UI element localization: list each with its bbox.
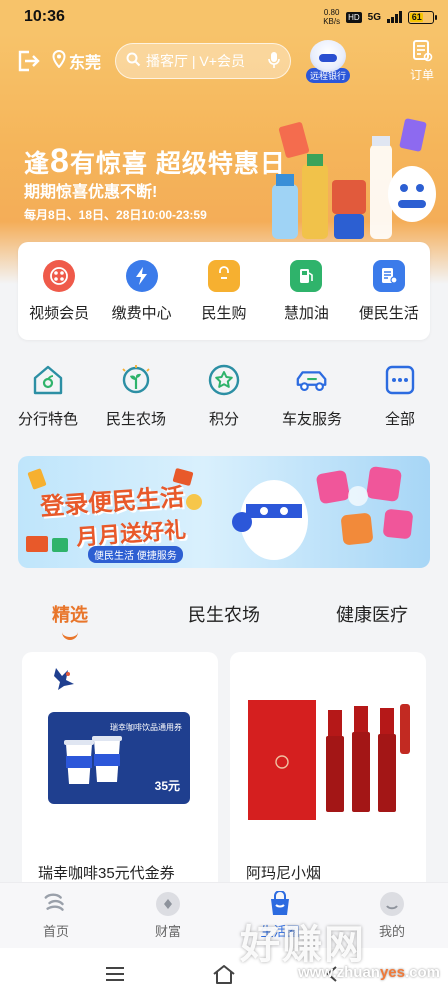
coffee-cup-icon [64, 736, 122, 784]
quick-car-service[interactable]: 车友服务 [269, 362, 355, 438]
quick-label: 分行特色 [17, 411, 78, 428]
product-card[interactable]: 瑞幸咖啡饮品通用券 35元 瑞幸咖啡35元代金券 [22, 652, 218, 892]
nav-home[interactable]: 首页 [11, 891, 101, 940]
microphone-icon[interactable] [268, 51, 280, 72]
network-type: 5G [367, 11, 381, 23]
tab-minsheng-farm[interactable]: 民生农场 [188, 601, 260, 627]
video-membership-icon [43, 259, 76, 292]
system-nav-bar [0, 948, 448, 1000]
menu-icon[interactable] [100, 959, 130, 989]
product-name: 阿玛尼小烟 [246, 865, 322, 882]
product-card[interactable]: 阿玛尼小烟 [230, 652, 426, 892]
order-list-icon [410, 39, 434, 66]
points-star-icon [206, 362, 242, 398]
search-icon [126, 52, 141, 70]
service-convenient-life[interactable]: 便民生活 [349, 259, 429, 323]
network-speed-value: 0.80 [323, 8, 340, 17]
battery-icon: 61 [408, 10, 437, 24]
nav-label: 首页 [42, 924, 69, 939]
orders-label: 订单 [409, 68, 434, 82]
armani-lipstick-image [248, 700, 410, 820]
quick-label: 全部 [384, 411, 415, 428]
service-label: 民生购 [201, 304, 247, 322]
quick-label: 积分 [208, 411, 239, 428]
quick-links: 分行特色 民生农场 积分 车友服务 全部 [0, 362, 448, 438]
signal-icon [387, 11, 402, 23]
promo-title-number: 8 [50, 142, 70, 180]
search-placeholder: 播客厅 | V+会员 [146, 53, 245, 69]
bottom-nav: 首页 财富 生活圈 我的 [0, 882, 448, 948]
service-label: 慧加油 [283, 304, 329, 322]
network-speed: 0.80 KB/s [323, 8, 340, 26]
service-video-membership[interactable]: 视频会员 [19, 259, 99, 323]
promo-title: 逢8有惊喜 超级特惠日 [24, 142, 286, 181]
service-label: 缴费中心 [111, 304, 172, 322]
fuel-pump-icon [290, 259, 323, 292]
farm-sprout-icon [118, 362, 154, 398]
quick-label: 民生农场 [105, 411, 166, 428]
quick-branch-feature[interactable]: 分行特色 [5, 362, 91, 438]
network-speed-unit: KB/s [323, 17, 341, 26]
top-nav: 东莞 播客厅 | V+会员 远程银行 订单 [0, 38, 448, 84]
all-dots-icon [382, 362, 418, 398]
promo-products-illustration [272, 118, 436, 239]
car-icon [294, 362, 330, 398]
service-label: 便民生活 [358, 304, 419, 322]
battery-level: 61 [410, 12, 424, 22]
location-selector[interactable]: 东莞 [52, 49, 101, 73]
service-smart-fuel[interactable]: 慧加油 [266, 259, 346, 323]
promo-time: 每月8日、18日、28日10:00-23:59 [24, 208, 207, 222]
branch-house-icon [30, 362, 66, 398]
shopping-bag-icon [207, 259, 240, 292]
coffee-coupon-image: 瑞幸咖啡饮品通用券 35元 [48, 712, 190, 804]
hd-badge: HD [346, 11, 362, 23]
service-minsheng-shop[interactable]: 民生购 [184, 259, 264, 323]
nav-life-circle[interactable]: 生活圈 [235, 891, 325, 940]
home-icon[interactable] [209, 959, 239, 989]
nav-profile[interactable]: 我的 [347, 891, 437, 940]
tab-health-medical[interactable]: 健康医疗 [336, 601, 408, 627]
status-time: 10:36 [24, 8, 65, 25]
nav-label: 财富 [154, 924, 181, 939]
quick-all[interactable]: 全部 [357, 362, 443, 438]
status-indicators: 0.80 KB/s HD 5G 61 [323, 8, 437, 26]
coupon-price: 35元 [154, 779, 180, 793]
back-icon[interactable] [318, 959, 348, 989]
location-pin-icon [52, 49, 66, 73]
life-circle-icon [266, 891, 294, 917]
service-card: 视频会员 缴费中心 民生购 慧加油 便民生活 [18, 242, 430, 340]
luckin-deer-logo-icon [54, 668, 74, 690]
banner-gifts-illustration [26, 468, 202, 552]
service-payment-center[interactable]: 缴费中心 [102, 259, 182, 323]
payment-center-icon [125, 259, 158, 292]
nav-wealth[interactable]: 财富 [123, 891, 213, 940]
orders-button[interactable]: 订单 [410, 39, 434, 83]
promo-title-rest: 有惊喜 超级特惠日 [69, 150, 286, 178]
quick-points[interactable]: 积分 [181, 362, 267, 438]
nav-label: 我的 [378, 924, 405, 939]
location-name: 东莞 [69, 55, 102, 72]
promo-subtitle: 期期惊喜优惠不断! [24, 184, 158, 201]
nav-label: 生活圈 [260, 924, 300, 939]
profile-icon [378, 891, 406, 917]
search-input[interactable]: 播客厅 | V+会员 [115, 43, 292, 79]
home-logo-icon [42, 891, 70, 917]
wealth-icon [154, 891, 182, 917]
tab-featured[interactable]: 精选 [52, 601, 88, 640]
quick-label: 车友服务 [281, 411, 342, 428]
status-bar: 10:36 0.80 KB/s HD 5G 61 [0, 0, 448, 34]
category-tabs: 精选 民生农场 健康医疗 [0, 592, 448, 640]
service-label: 视频会员 [29, 304, 90, 322]
product-name: 瑞幸咖啡35元代金券 [38, 865, 175, 882]
life-service-icon [372, 259, 405, 292]
promo-banner[interactable]: 登录便民生活 月月送好礼 便民生活 便捷服务 [18, 456, 430, 568]
mascot-avatar [310, 39, 347, 72]
banner-mascot-illustration [232, 466, 413, 560]
remote-bank-button[interactable]: 远程银行 [303, 39, 353, 83]
quick-minsheng-farm[interactable]: 民生农场 [93, 362, 179, 438]
promo-title-prefix: 逢 [24, 150, 51, 178]
exit-icon[interactable] [14, 47, 42, 75]
